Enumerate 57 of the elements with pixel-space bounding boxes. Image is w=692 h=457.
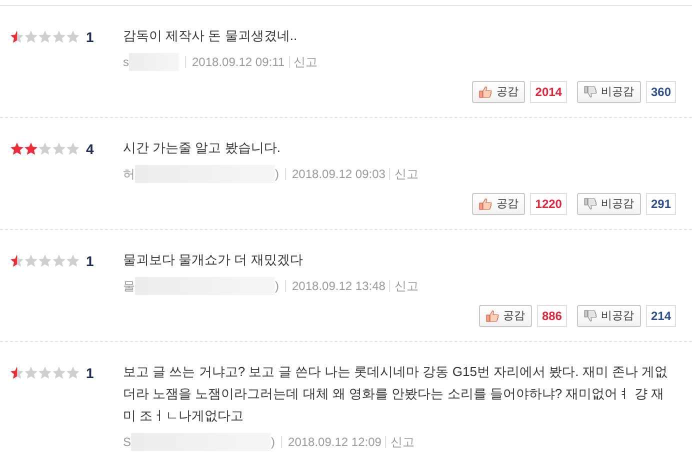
thumbs-up-icon [486,310,499,322]
thumbs-up-icon [479,198,492,210]
date: 2018.09.12 12:09 [288,434,382,451]
star-icon [24,30,38,44]
like-count: 1220 [530,193,567,215]
dislike-count: 360 [646,81,676,103]
username-end: ) [275,278,279,295]
star-icon [38,142,52,156]
like-count: 2014 [530,81,567,103]
date: 2018.09.12 13:48 [292,278,386,295]
like-button[interactable]: 공감 [478,305,532,327]
star-icon [52,366,66,380]
star-icon [52,142,66,156]
like-count: 886 [536,305,567,327]
review-text: 감독이 제작사 돈 물괴생겼네.. [123,27,298,45]
star-icon [24,366,38,380]
star-icon [52,30,66,44]
thumbs-up-icon [479,86,492,98]
star-icon [38,254,52,268]
star-icon [38,366,52,380]
star-icon [66,254,80,268]
score: 1 [86,254,94,268]
review-text: 물괴보다 물개쇼가 더 재밌겠다 [123,251,304,269]
dislike-button[interactable]: 비공감 [576,193,641,215]
star-icon [52,254,66,268]
like-button[interactable]: 공감 [472,193,526,215]
star-icon [66,366,80,380]
username: s [123,54,129,71]
score: 4 [86,142,94,156]
date: 2018.09.12 09:03 [292,166,386,183]
username: 허 [123,166,135,183]
star-icon [66,142,80,156]
score: 1 [86,30,94,44]
star-icon [10,254,24,268]
star-icon [10,366,24,380]
dislike-count: 214 [646,305,676,327]
username: S [123,434,132,451]
thumbs-down-icon [584,86,597,98]
thumbs-down-icon [584,198,597,210]
star-icon [38,30,52,44]
score: 1 [86,366,94,380]
username: 물 [123,278,135,295]
dislike-button[interactable]: 비공감 [576,305,641,327]
date: 2018.09.12 09:11 [192,54,285,71]
review-text: 보고 글 쓰는 거냐고? 보고 글 쓴다 나는 롯데시네마 강동 G15번 자리에서 봤다. 재미 존나 게없더라 노잼을 노잼이라그러는데 대체 왜 영화를 안봤다는 소리를 들어야하냐? 재미없어ㅕ 걍 재미 조ㅓㄴ나게없다고 [123,363,669,425]
star-icon [10,142,24,156]
thumbs-down-icon [584,310,597,322]
dislike-button[interactable]: 비공감 [576,81,641,103]
dislike-count: 291 [646,193,676,215]
star-icon [24,142,38,156]
star-icon [66,30,80,44]
like-button[interactable]: 공감 [472,81,526,103]
star-icon [24,254,38,268]
username-end: ) [275,166,279,183]
username-end: ) [271,434,276,451]
review-text: 시간 가는줄 알고 봤습니다. [123,139,282,157]
star-icon [10,30,24,44]
